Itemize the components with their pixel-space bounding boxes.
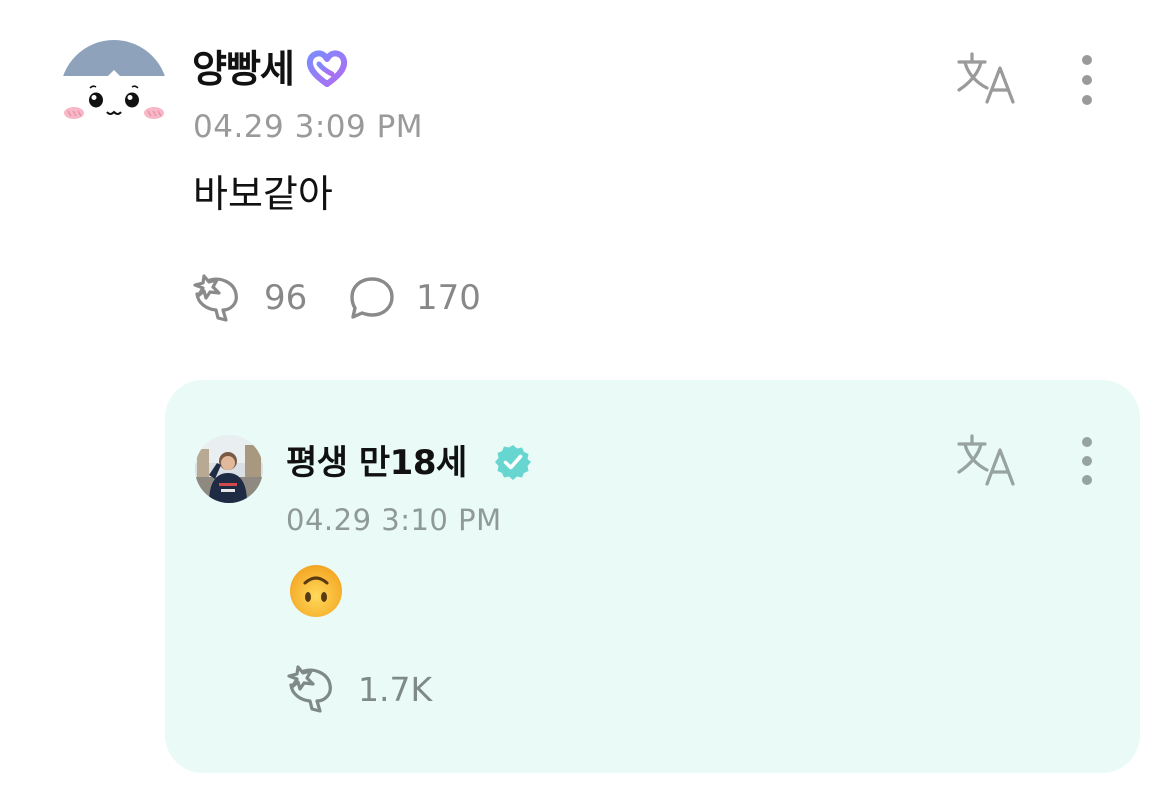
reply-author-name[interactable]: 평생 만18세 (286, 440, 467, 486)
post-body-text: 바보같아 (193, 172, 333, 216)
post-author-name[interactable]: 양빵세 (192, 44, 295, 94)
reply-timestamp: 04.29 3:10 PM (286, 503, 502, 537)
verified-check-icon (494, 443, 532, 481)
post-author-avatar[interactable] (60, 40, 168, 148)
post-like-count: 96 (264, 278, 308, 318)
reply-like-count: 1.7K (358, 670, 433, 709)
like-icon[interactable] (284, 665, 340, 715)
post-comment-count: 170 (416, 278, 481, 318)
reply-author-avatar[interactable] (195, 435, 263, 503)
translate-icon[interactable] (955, 50, 1019, 108)
upside-down-face-emoji (288, 563, 344, 619)
more-options-icon[interactable] (1072, 54, 1102, 106)
more-options-icon[interactable] (1072, 436, 1102, 486)
comment-icon[interactable] (348, 275, 396, 321)
membership-heart-icon (306, 50, 348, 88)
like-icon[interactable] (190, 274, 246, 324)
post-timestamp: 04.29 3:09 PM (193, 109, 424, 145)
translate-icon[interactable] (955, 432, 1019, 488)
